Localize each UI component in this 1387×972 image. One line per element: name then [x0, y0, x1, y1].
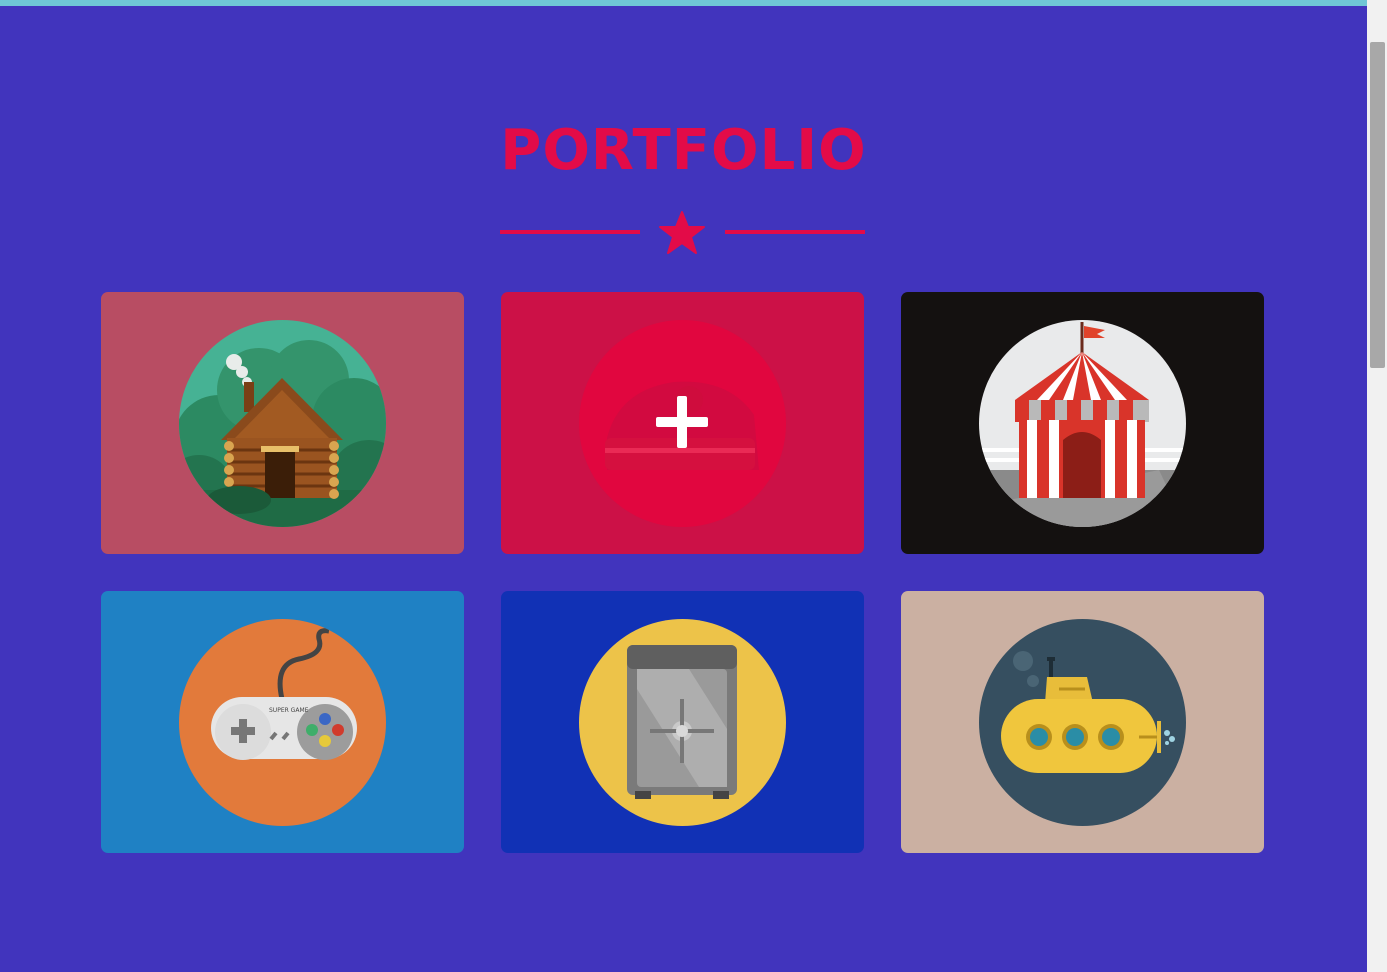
plus-icon[interactable]: [652, 392, 712, 452]
portfolio-item-cake[interactable]: [501, 292, 864, 554]
submarine-icon: [979, 619, 1186, 826]
star-icon: [659, 211, 705, 254]
title-divider: [500, 210, 865, 256]
portfolio-item-cabin[interactable]: [101, 292, 464, 554]
circus-tent-icon: [979, 320, 1186, 527]
safe-icon: [579, 619, 786, 826]
scrollbar-thumb[interactable]: [1370, 42, 1385, 368]
portfolio-item-circus[interactable]: [901, 292, 1264, 554]
portfolio-item-submarine[interactable]: [901, 591, 1264, 853]
top-accent-bar: [0, 0, 1367, 6]
divider-line-right: [725, 230, 865, 234]
portfolio-item-safe[interactable]: [501, 591, 864, 853]
log-cabin-icon: [179, 320, 386, 527]
portfolio-title: PORTFOLIO: [500, 118, 867, 183]
controller-brand-text: SUPER GAME: [269, 707, 309, 714]
divider-line-left: [500, 230, 640, 234]
game-controller-icon: SUPER GAME: [179, 619, 386, 826]
page-scrollbar[interactable]: [1367, 0, 1387, 972]
portfolio-item-controller[interactable]: SUPER GAME: [101, 591, 464, 853]
